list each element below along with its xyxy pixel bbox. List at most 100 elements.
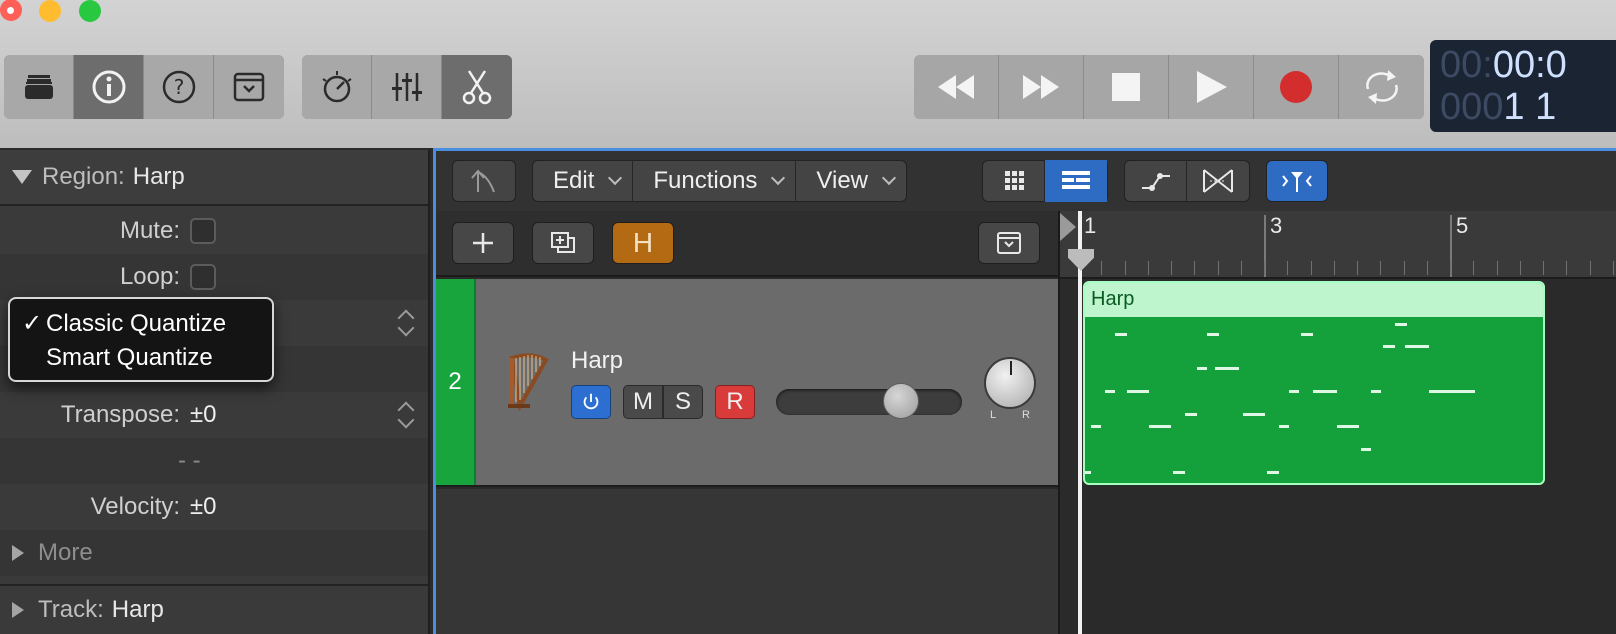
velocity-row: Velocity: ±0 (0, 484, 428, 530)
timeline: 1 3 5 Harp (1058, 211, 1616, 634)
duplicate-track-button[interactable] (532, 222, 594, 264)
ruler-tick (1217, 261, 1219, 275)
track-on-button[interactable] (571, 385, 611, 419)
playhead[interactable] (1078, 211, 1082, 634)
duplicate-track-icon (551, 232, 575, 253)
automation-icon (1141, 173, 1170, 191)
stop-button[interactable] (1084, 55, 1169, 119)
ruler-tick (1612, 261, 1614, 275)
ruler-tick (1589, 261, 1591, 275)
ruler-tick (1124, 261, 1126, 275)
play-icon (1197, 71, 1227, 103)
zoom-window-button[interactable] (79, 0, 101, 22)
ruler-tick (1101, 261, 1103, 275)
power-icon (583, 393, 599, 410)
menu-item-classic-quantize[interactable]: ✓ Classic Quantize (22, 309, 226, 338)
midi-region-harp[interactable]: Harp (1083, 281, 1545, 485)
add-track-button[interactable] (452, 222, 514, 264)
loop-checkbox[interactable] (190, 264, 216, 290)
back-button[interactable] (452, 160, 516, 202)
grid-view-button[interactable] (983, 160, 1045, 202)
pan-knob[interactable] (984, 357, 1036, 409)
fast-forward-button[interactable] (999, 55, 1084, 119)
pan-left-label: L (990, 409, 997, 421)
toolbar-icon (997, 232, 1021, 254)
flex-icon (1203, 169, 1233, 193)
mute-button[interactable]: M (623, 385, 663, 419)
view-menu[interactable]: View (796, 160, 906, 202)
hide-button-label: H (632, 227, 654, 258)
view-buttons-group: ? (4, 55, 284, 119)
ruler[interactable]: 1 3 5 (1060, 211, 1616, 279)
quick-help-button[interactable]: ? (144, 55, 214, 119)
solo-button[interactable]: S (663, 385, 703, 419)
disclosure-triangle-icon (12, 545, 24, 561)
mixer-button[interactable] (372, 55, 442, 119)
automation-button[interactable] (1125, 160, 1187, 202)
ruler-tick (1333, 261, 1335, 275)
toolbar-icon (233, 72, 265, 102)
track-name[interactable]: Harp (571, 347, 623, 375)
track-section-header[interactable]: Track: Harp (0, 584, 428, 634)
record-enable-button[interactable]: R (715, 385, 755, 419)
quantize-stepper-icon[interactable] (398, 309, 412, 337)
close-window-button[interactable] (0, 0, 22, 21)
menu-item-smart-quantize[interactable]: Smart Quantize (22, 344, 213, 372)
list-icon (1062, 171, 1090, 189)
volume-fader[interactable] (776, 383, 962, 419)
ruler-tick (1426, 261, 1428, 275)
transpose-stepper-icon[interactable] (398, 401, 412, 429)
inspector-button[interactable] (74, 55, 144, 119)
svg-text:?: ? (173, 75, 184, 99)
ruler-tick (1496, 261, 1498, 275)
smart-controls-button[interactable] (302, 55, 372, 119)
tracks-area: Edit Functions View H 2 Harp M S R L R 1… (433, 148, 1616, 634)
lcd-time: 00:00:0 (1440, 44, 1567, 86)
cycle-button[interactable] (1339, 55, 1424, 119)
rewind-button[interactable] (914, 55, 999, 119)
cycle-icon (1365, 70, 1398, 104)
menu-bar: Edit Functions View (532, 160, 908, 202)
grid-icon (1004, 171, 1024, 190)
hide-tracks-button[interactable]: H (612, 222, 674, 264)
ruler-tick (1403, 261, 1405, 275)
inspector-panel: Region: Harp Mute: Loop: Transpose: ±0 -… (0, 150, 430, 634)
ruler-tick (1194, 261, 1196, 275)
pan-right-label: R (1022, 409, 1030, 421)
edit-menu[interactable]: Edit (533, 160, 634, 202)
disclosure-triangle-icon (12, 170, 32, 184)
track-header-options-button[interactable] (978, 222, 1040, 264)
transpose-value[interactable]: ±0 (190, 401, 217, 429)
minimize-window-button[interactable] (39, 0, 61, 22)
track-header-harp[interactable]: 2 Harp M S R L R (436, 279, 1058, 487)
toolbar-button[interactable] (214, 55, 284, 119)
plus-icon (473, 233, 493, 253)
chevron-down-icon (771, 170, 786, 186)
tracks-toolbar: Edit Functions View (436, 151, 1616, 211)
fine-tune-value[interactable]: - - (178, 447, 201, 475)
library-button[interactable] (4, 55, 74, 119)
play-button[interactable] (1169, 55, 1254, 119)
loop-label: Loop: (119, 263, 180, 290)
quantize-popup-menu: ✓ Classic Quantize Smart Quantize (8, 297, 274, 382)
editors-button[interactable] (442, 55, 512, 119)
automation-group (1124, 160, 1250, 202)
volume-fader-knob[interactable] (883, 383, 919, 419)
catch-playhead-button[interactable] (1266, 160, 1328, 202)
functions-menu[interactable]: Functions (633, 160, 797, 202)
empty-track-area[interactable] (436, 489, 1058, 634)
record-button[interactable] (1254, 55, 1339, 119)
ruler-tick (1450, 261, 1451, 275)
flex-button[interactable] (1187, 160, 1249, 202)
lcd-display[interactable]: 00:00:0 0001 1 (1430, 40, 1616, 132)
ruler-tick (1264, 261, 1265, 275)
velocity-value[interactable]: ±0 (190, 493, 217, 521)
lcd-bars: 0001 1 (1440, 86, 1557, 128)
ruler-tick (1566, 261, 1568, 275)
region-header[interactable]: Region: Harp (0, 150, 428, 206)
list-view-button[interactable] (1045, 160, 1107, 202)
more-row[interactable]: More (0, 530, 428, 576)
mute-checkbox[interactable] (190, 218, 216, 244)
stop-icon (1112, 73, 1140, 101)
bar-number: 5 (1456, 213, 1469, 238)
